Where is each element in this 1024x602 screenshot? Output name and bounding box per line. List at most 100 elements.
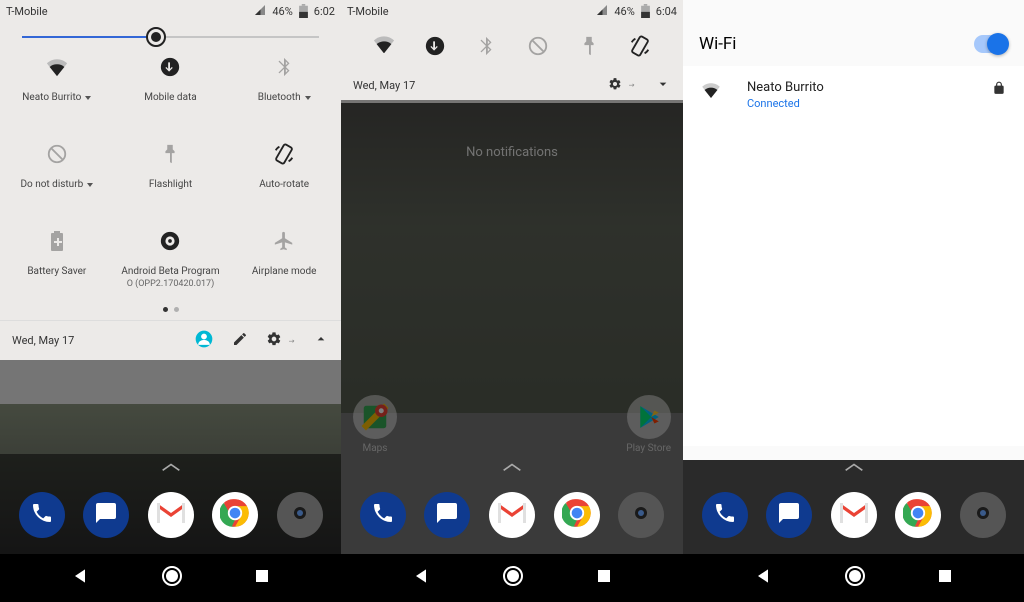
dock-gmail[interactable] — [489, 492, 535, 538]
edit-tiles-icon[interactable] — [232, 331, 248, 350]
wifi-network-row[interactable]: Neato Burrito Connected — [683, 66, 1024, 124]
tile-label: Airplane mode — [252, 266, 317, 277]
battery-label: 46% — [272, 5, 292, 18]
gmail-icon — [157, 503, 185, 527]
wifi-title: Wi-Fi — [699, 34, 736, 54]
battsaver-icon — [46, 230, 68, 252]
expand-chevron-icon[interactable] — [655, 76, 671, 95]
camera-icon — [629, 501, 653, 529]
phone-icon — [371, 501, 395, 529]
tile-label: Battery Saver — [27, 266, 86, 277]
tile-label: Neato Burrito — [22, 92, 91, 103]
dock-phone[interactable] — [702, 492, 748, 538]
nav-recents-button[interactable] — [253, 567, 271, 589]
network-status: Connected — [747, 97, 992, 110]
footer-date-label: Wed, May 17 — [353, 79, 415, 92]
qs-tile-dnd[interactable]: Do not disturb — [0, 143, 114, 190]
nav-back-button[interactable] — [411, 566, 431, 590]
dock-gmail[interactable] — [148, 492, 194, 538]
messages-icon — [435, 501, 459, 529]
brightness-thumb-icon[interactable] — [146, 27, 166, 47]
wifi-network-list: Neato Burrito Connected — [683, 66, 1024, 446]
dock-camera[interactable] — [960, 492, 1006, 538]
qs-tile-rotate[interactable]: Auto-rotate — [227, 143, 341, 190]
qs-mini-mobiledata[interactable] — [423, 34, 447, 58]
rotate-icon — [629, 35, 651, 57]
dock-chrome[interactable] — [212, 492, 258, 538]
wifi-settings-header: Wi-Fi — [683, 22, 1024, 66]
qs-mini-flash[interactable] — [577, 34, 601, 58]
wifi-signal-icon — [701, 82, 723, 102]
rotate-icon — [273, 143, 295, 165]
nav-home-button[interactable] — [501, 564, 525, 592]
status-bar — [683, 0, 1024, 22]
gmail-icon — [498, 503, 526, 527]
tile-label: Do not disturb — [20, 179, 93, 190]
qs-tile-beta[interactable]: Android Beta Program O (OPP2.170420.017) — [114, 230, 228, 289]
qs-mini-dnd[interactable] — [526, 34, 550, 58]
dock-camera[interactable] — [277, 492, 323, 538]
nav-home-button[interactable] — [843, 564, 867, 592]
qs-tile-airplane[interactable]: Airplane mode — [227, 230, 341, 289]
phone-icon — [713, 501, 737, 529]
tile-label: Auto-rotate — [259, 179, 309, 190]
footer-date-label: Wed, May 17 — [12, 334, 74, 347]
qs-tile-wifi[interactable]: Neato Burrito — [0, 56, 114, 103]
tile-label: Mobile data — [144, 92, 197, 103]
tile-sublabel: O (OPP2.170420.017) — [127, 279, 215, 289]
tile-label: Bluetooth — [258, 92, 311, 103]
qs-tile-battsaver[interactable]: Battery Saver — [0, 230, 114, 289]
qs-tile-flash[interactable]: Flashlight — [114, 143, 228, 190]
dock-gmail[interactable] — [831, 492, 877, 538]
nav-home-button[interactable] — [160, 564, 184, 592]
app-drawer-handle-icon[interactable] — [502, 457, 522, 478]
wifi-icon — [373, 35, 395, 57]
dock-phone[interactable] — [360, 492, 406, 538]
navigation-bar — [341, 554, 683, 602]
dock-camera[interactable] — [618, 492, 664, 538]
qs-mini-rotate[interactable] — [628, 34, 652, 58]
settings-gear-icon[interactable] — [266, 331, 295, 350]
collapse-chevron-icon[interactable] — [313, 331, 329, 350]
bluetooth-icon — [475, 35, 497, 57]
wifi-toggle[interactable] — [974, 35, 1008, 53]
expand-caret-icon — [305, 96, 311, 100]
chrome-icon — [562, 498, 592, 532]
flash-icon — [578, 35, 600, 57]
tile-label: Android Beta Program — [121, 266, 219, 277]
qs-footer-bar: Wed, May 17 — [0, 320, 341, 360]
page-indicator[interactable] — [0, 295, 341, 320]
dock-chrome[interactable] — [554, 492, 600, 538]
dnd-icon — [527, 35, 549, 57]
mobiledata-icon — [424, 35, 446, 57]
network-ssid: Neato Burrito — [747, 80, 992, 95]
nav-recents-button[interactable] — [595, 567, 613, 589]
brightness-slider[interactable] — [0, 22, 341, 46]
nav-recents-button[interactable] — [936, 567, 954, 589]
dock-messages[interactable] — [766, 492, 812, 538]
dock-messages[interactable] — [424, 492, 470, 538]
nav-back-button[interactable] — [70, 566, 90, 590]
multi-user-icon[interactable] — [194, 329, 214, 352]
qs-mini-wifi[interactable] — [372, 34, 396, 58]
dock-chrome[interactable] — [895, 492, 941, 538]
bluetooth-icon — [273, 56, 295, 78]
qs-tile-bluetooth[interactable]: Bluetooth — [227, 56, 341, 103]
qs-tile-mobiledata[interactable]: Mobile data — [114, 56, 228, 103]
app-drawer-handle-icon[interactable] — [844, 457, 864, 478]
qs-footer-bar: Wed, May 17 — [341, 70, 683, 103]
dock-phone[interactable] — [19, 492, 65, 538]
dock-messages[interactable] — [83, 492, 129, 538]
chrome-icon — [220, 498, 250, 532]
qs-mini-bluetooth[interactable] — [474, 34, 498, 58]
dock — [341, 480, 683, 550]
settings-gear-icon[interactable] — [608, 77, 635, 94]
battery-icon — [299, 4, 308, 18]
dnd-icon — [46, 143, 68, 165]
messages-icon — [777, 501, 801, 529]
wifi-icon — [46, 56, 68, 78]
nav-back-button[interactable] — [753, 566, 773, 590]
phone-icon — [30, 501, 54, 529]
gmail-icon — [840, 503, 868, 527]
app-drawer-handle-icon[interactable] — [161, 457, 181, 478]
